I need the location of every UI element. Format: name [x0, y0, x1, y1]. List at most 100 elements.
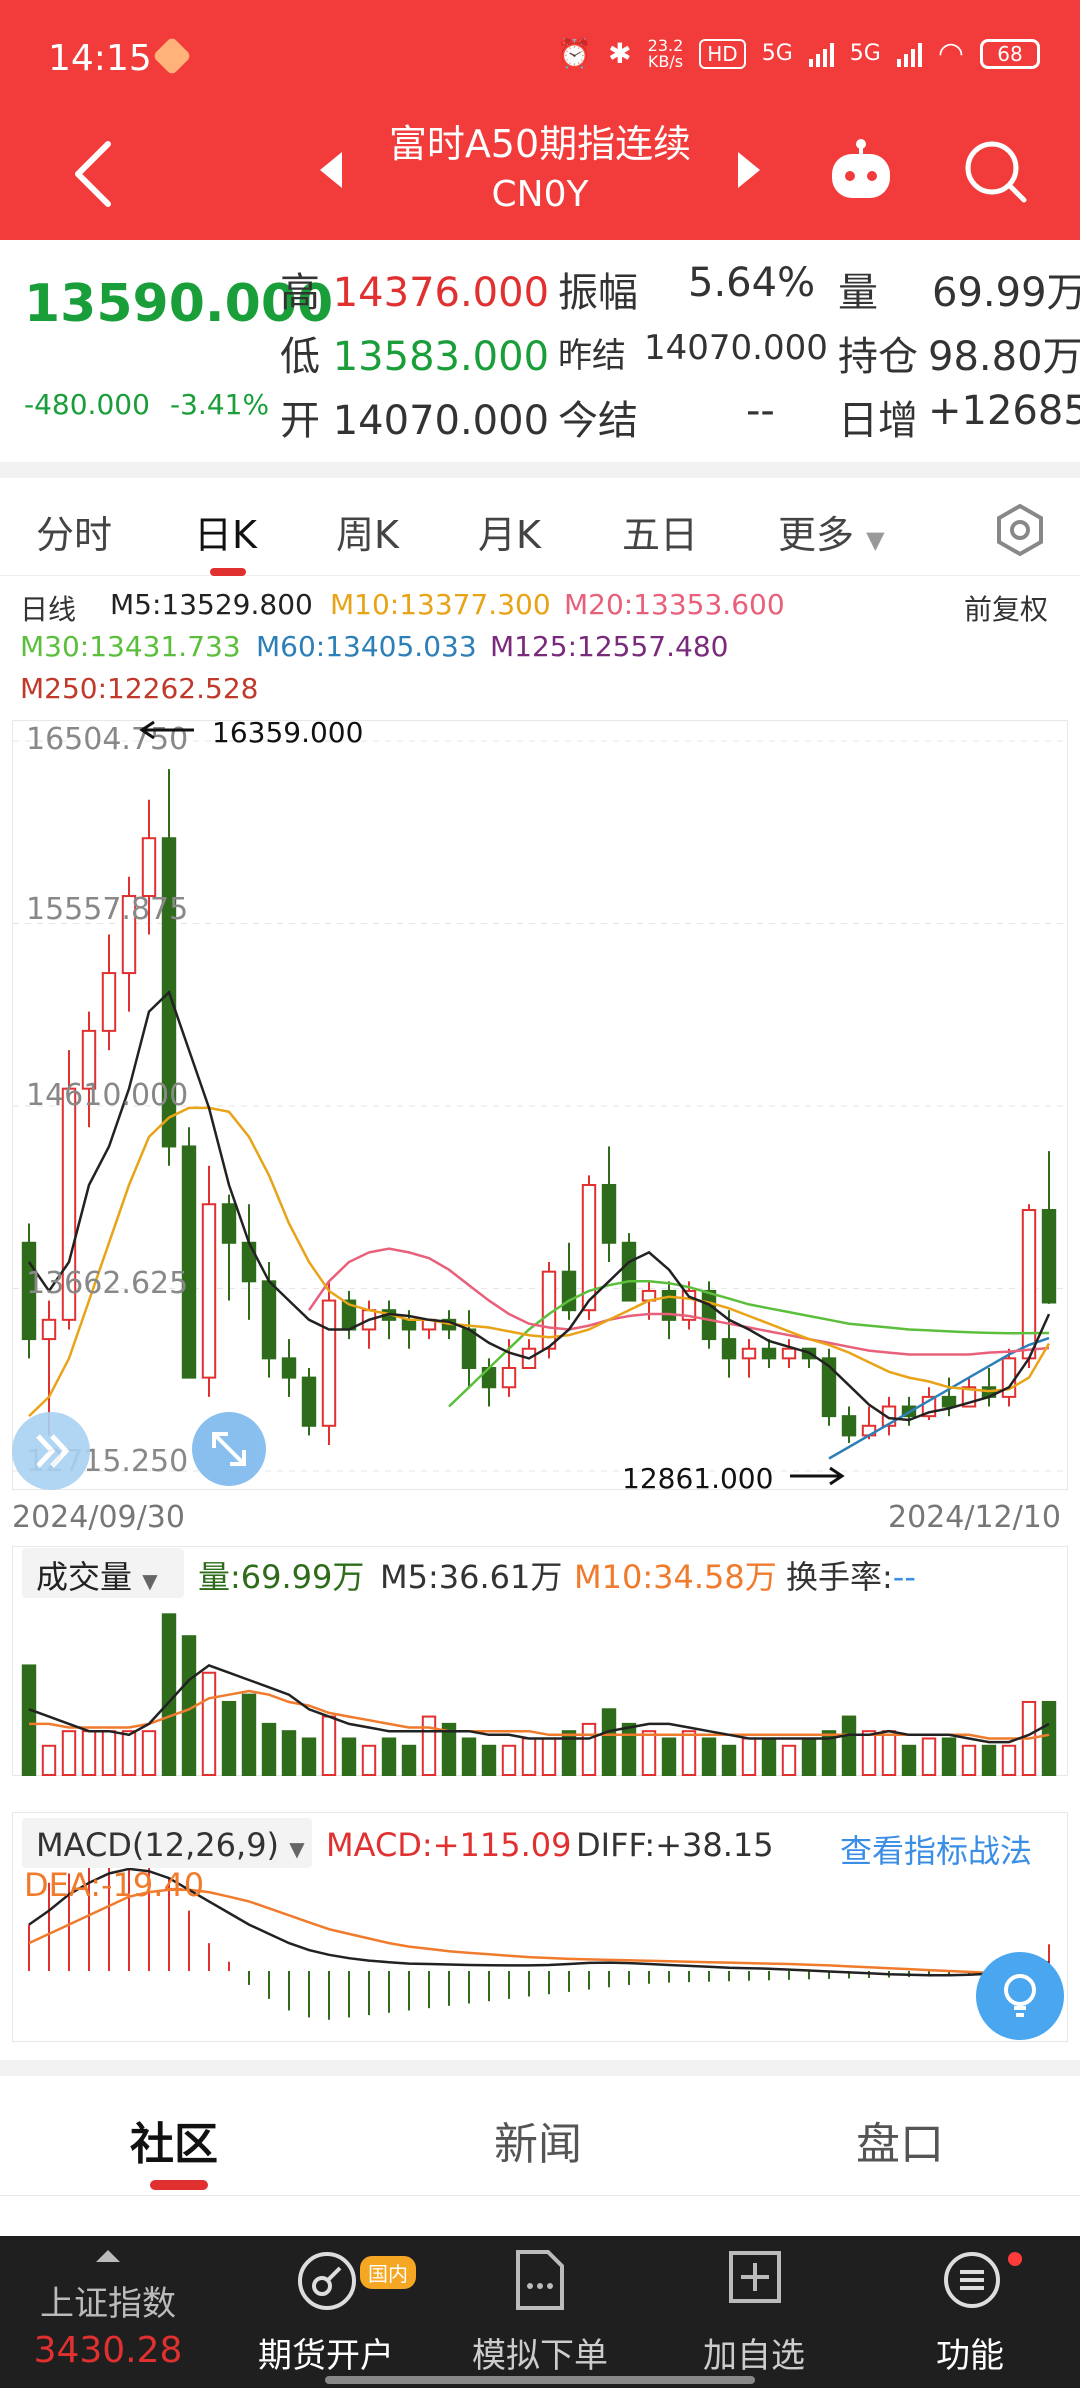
- low-value: 13583.000: [332, 334, 550, 380]
- app-notification-icon: [152, 36, 192, 76]
- candle-body: [221, 1203, 237, 1244]
- open-interest-label: 持仓: [838, 334, 918, 380]
- volume-bar: [461, 1737, 477, 1776]
- volume-bar: [581, 1722, 597, 1777]
- prev-settle-label: 昨结: [558, 336, 626, 376]
- volume-bar: [1041, 1700, 1057, 1777]
- min-arrow-icon: [790, 1466, 845, 1486]
- add-watchlist-label: 加自选: [703, 2336, 805, 2376]
- alarm-icon: ⏰: [557, 37, 593, 70]
- tab-daily-k[interactable]: 日K: [194, 504, 257, 559]
- status-time: 14:15: [48, 38, 152, 79]
- indicator-strategy-link[interactable]: 查看指标战法: [840, 1826, 1032, 1872]
- functions-button[interactable]: 功能: [880, 2236, 1060, 2388]
- expand-sidebar-button[interactable]: [12, 1412, 90, 1490]
- functions-label: 功能: [936, 2336, 1004, 2376]
- volume-bar: [241, 1693, 257, 1776]
- low-label: 低: [280, 334, 320, 380]
- volume-bar: [701, 1737, 717, 1776]
- add-square-icon: [729, 2251, 781, 2303]
- volume-bar: [81, 1730, 97, 1777]
- volume-bar: [481, 1744, 497, 1776]
- search-icon[interactable]: [962, 138, 1028, 204]
- chart-settings-icon[interactable]: [990, 500, 1050, 560]
- instrument-title: 富时A50期指连续: [388, 122, 692, 166]
- ma10-label: M10:13377.300: [330, 588, 551, 621]
- ma60-label: M60:13405.033: [256, 630, 477, 663]
- volume-bar: [941, 1737, 957, 1776]
- signal-bars-icon-1: [808, 41, 834, 67]
- tab-community[interactable]: 社区: [130, 2108, 218, 2172]
- fullscreen-button[interactable]: [192, 1412, 266, 1486]
- double-chevron-icon: [36, 1434, 70, 1468]
- volume-bar: [881, 1730, 897, 1777]
- index-ticker[interactable]: 上证指数 3430.28: [0, 2236, 216, 2388]
- content-tabs: 社区 新闻 盘口: [0, 2076, 1080, 2196]
- today-settle-value: --: [746, 388, 775, 434]
- price-change-pct: -3.41%: [170, 388, 270, 421]
- candle-body: [721, 1338, 737, 1360]
- candle-body: [781, 1347, 797, 1360]
- high-row: 高 14376.000: [280, 260, 549, 318]
- tips-button[interactable]: [976, 1952, 1064, 2040]
- tab-more[interactable]: 更多 ▼: [778, 504, 885, 559]
- volume-bar: [841, 1715, 857, 1776]
- domestic-badge: 国内: [360, 2256, 416, 2289]
- candle-body: [601, 1183, 617, 1244]
- sim-order-button[interactable]: 模拟下单: [450, 2236, 630, 2388]
- tab-monthly-k[interactable]: 月K: [478, 504, 541, 559]
- next-contract-icon[interactable]: [736, 150, 762, 190]
- candle-body: [141, 837, 157, 898]
- ma20-label: M20:13353.600: [564, 588, 785, 621]
- high-label: 高: [280, 270, 320, 316]
- open-account-button[interactable]: 国内 期货开户: [236, 2236, 416, 2388]
- index-value: 3430.28: [33, 2330, 183, 2371]
- macd-value-label: MACD:+115.09: [326, 1826, 572, 1864]
- volume-bar: [901, 1744, 917, 1776]
- volume-bar: [121, 1730, 137, 1777]
- prev-settle-value: 14070.000: [644, 328, 828, 368]
- adjust-mode-label[interactable]: 前复权: [964, 588, 1048, 628]
- dropdown-triangle-icon: ▼: [289, 1837, 305, 1861]
- volume-bar: [141, 1730, 157, 1777]
- candle-body: [1001, 1357, 1017, 1398]
- volume-bar: [281, 1730, 297, 1777]
- volume-value: 69.99万: [932, 270, 1080, 316]
- turnover-value: --: [892, 1558, 916, 1596]
- fullscreen-icon: [212, 1432, 246, 1466]
- volume-ma10-label: M10:34.58万: [574, 1558, 777, 1596]
- candle-body: [841, 1415, 857, 1437]
- active-tab-indicator: [210, 568, 246, 576]
- volume-bar: [621, 1722, 637, 1777]
- candle-body: [501, 1366, 517, 1389]
- tab-order-book[interactable]: 盘口: [856, 2108, 944, 2172]
- dea-value-label: DEA:-19.40: [24, 1866, 205, 1904]
- bluetooth-icon: ✱: [608, 37, 632, 70]
- diff-value-label: DIFF:+38.15: [576, 1826, 774, 1864]
- signal-bars-icon-2: [896, 41, 922, 67]
- volume-bar: [381, 1737, 397, 1776]
- net-speed: 23.2 KB/s: [647, 37, 684, 71]
- notification-dot: [1008, 2252, 1022, 2266]
- volume-bar: [1001, 1744, 1017, 1776]
- candle-body: [741, 1347, 757, 1360]
- dropdown-triangle-icon: ▼: [866, 526, 885, 554]
- tab-weekly-k[interactable]: 周K: [336, 504, 399, 559]
- back-arrow-icon[interactable]: [70, 138, 118, 210]
- candle-body: [1041, 1209, 1057, 1304]
- add-watchlist-button[interactable]: 加自选: [664, 2236, 844, 2388]
- candle-body: [41, 1318, 57, 1341]
- expand-up-icon: [96, 2250, 120, 2262]
- bottom-toolbar: 上证指数 3430.28 国内 期货开户 模拟下单 加自选 功能: [0, 2236, 1080, 2388]
- net-speed-unit: KB/s: [647, 51, 684, 71]
- volume-bar: [261, 1722, 277, 1777]
- tab-news[interactable]: 新闻: [494, 2108, 582, 2172]
- tab-intraday[interactable]: 分时: [36, 504, 112, 559]
- volume-bar: [741, 1737, 757, 1776]
- price-change: -480.000: [24, 388, 150, 421]
- volume-bar: [961, 1744, 977, 1776]
- robot-assistant-icon[interactable]: [826, 134, 896, 204]
- max-arrow-icon: [139, 720, 194, 740]
- tab-five-day[interactable]: 五日: [622, 504, 698, 559]
- volume-bar: [321, 1715, 337, 1776]
